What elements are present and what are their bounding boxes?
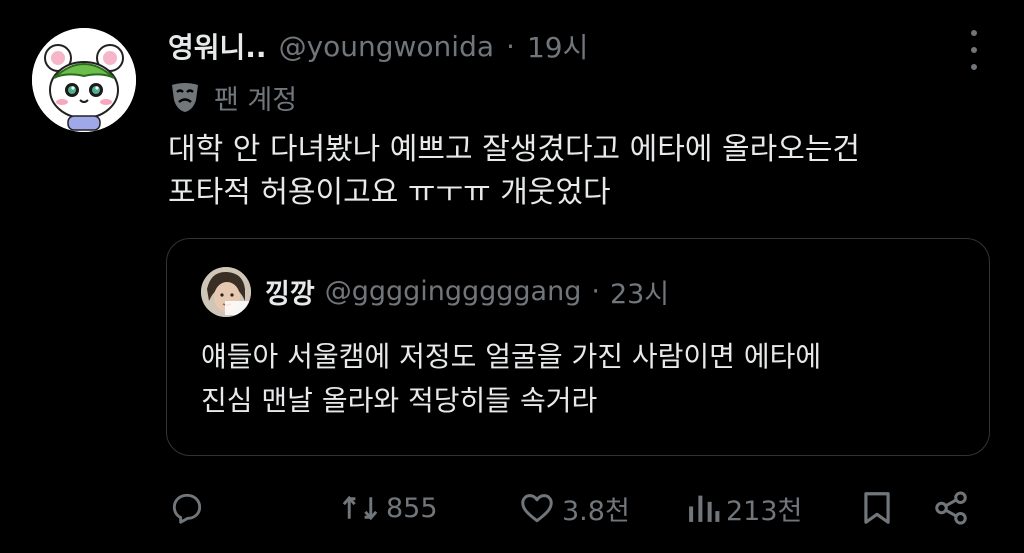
quoted-text-line: 얘들아 서울캠에 저정도 얼굴을 가진 사람이면 에타에: [201, 340, 822, 373]
quoted-tweet-text: 얘들아 서울캠에 저정도 얼굴을 가진 사람이면 에타에 진심 맨날 올라와 적…: [201, 335, 971, 423]
share-icon: [935, 491, 967, 525]
quoted-tweet-header: 낑깡 @ggggingggggang · 23시: [265, 271, 669, 311]
tweet-text: 대학 안 다녀봤나 예쁘고 잘생겼다고 에타에 올라오는건 포타적 허용이고요 …: [168, 128, 968, 214]
quoted-avatar-image: [201, 267, 251, 317]
bar-chart-icon: [689, 495, 720, 522]
bookmark-button[interactable]: [860, 486, 894, 530]
tweet-action-bar: 855 3.8천 213천: [0, 486, 1024, 530]
quoted-tweet-card[interactable]: 낑깡 @ggggingggggang · 23시 얘들아 서울캠에 저정도 얼굴…: [166, 238, 990, 456]
fan-account-text: 팬 계정: [214, 84, 298, 116]
quoted-text-line: 진심 맨날 올라와 적당히들 속거라: [201, 384, 598, 417]
tweet-header: 영워니.. @youngwonida · 19시: [168, 26, 588, 66]
more-dot: [971, 47, 977, 53]
retweet-icon: [342, 495, 378, 521]
bookmark-icon: [864, 492, 890, 524]
more-vertical-icon: [971, 30, 977, 36]
author-name[interactable]: 영워니..: [168, 26, 267, 66]
like-count: 3.8천: [562, 495, 630, 527]
theater-mask-icon: [172, 83, 198, 112]
reply-icon: [172, 493, 202, 524]
view-count: 213천: [726, 495, 803, 527]
quoted-author-name[interactable]: 낑깡: [265, 272, 315, 311]
quoted-author-handle[interactable]: @ggggingggggang: [325, 276, 582, 307]
views-button[interactable]: 213천: [686, 486, 802, 530]
tweet-text-line: 포타적 허용이고요 ㅠㅜㅠ 개웃었다: [168, 175, 611, 210]
separator-dot: ·: [506, 29, 515, 63]
tweet-text-line: 대학 안 다녀봤나 예쁘고 잘생겼다고 에타에 올라오는건: [168, 132, 861, 167]
more-options-button[interactable]: [968, 30, 980, 70]
tweet-timestamp[interactable]: 19시: [527, 26, 588, 66]
retweet-count: 855: [386, 492, 438, 524]
reply-button[interactable]: [168, 486, 212, 530]
like-button[interactable]: 3.8천: [518, 486, 630, 530]
quoted-tweet-timestamp[interactable]: 23시: [610, 272, 669, 311]
retweet-button[interactable]: 855: [340, 486, 438, 530]
hamster-avatar-image: [32, 28, 136, 132]
heart-icon: [521, 494, 553, 523]
author-handle[interactable]: @youngwonida: [279, 30, 494, 63]
more-dot: [971, 64, 977, 70]
separator-dot: ·: [591, 275, 600, 307]
author-avatar[interactable]: [32, 28, 136, 132]
fan-account-label: 팬 계정: [168, 78, 297, 116]
quoted-author-avatar[interactable]: [201, 267, 251, 317]
share-button[interactable]: [932, 486, 970, 530]
